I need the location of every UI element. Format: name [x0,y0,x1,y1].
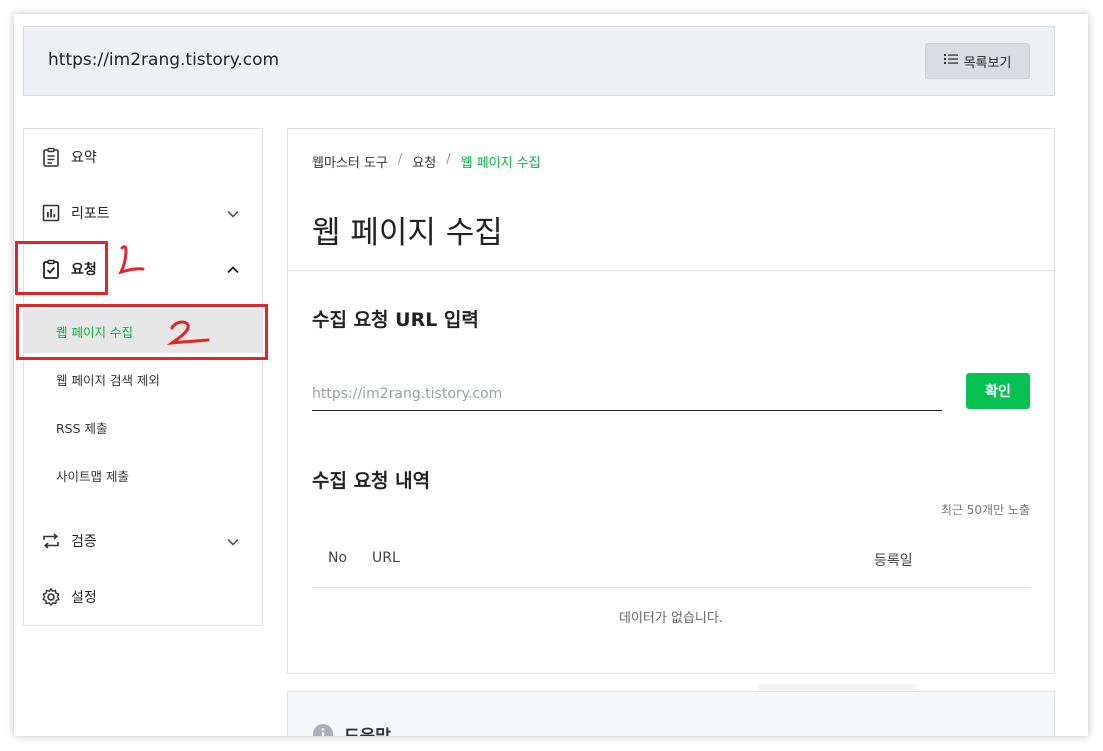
sidebar-subitem-page-collect[interactable]: 웹 페이지 수집 [24,309,262,353]
sidebar-subitem-rss[interactable]: RSS 제출 [24,405,262,449]
list-view-label: 목록보기 [963,55,1012,71]
sidebar-item-verify[interactable]: 검증 [24,521,262,561]
column-header-no: No [328,550,348,566]
recent-note: 최근 50개만 노출 [940,503,1030,517]
history-section-title: 수집 요청 내역 [312,470,431,492]
breadcrumb-separator: / [446,152,451,167]
list-view-button[interactable]: 목록보기 [925,43,1030,79]
repeat-icon [41,531,61,551]
sidebar-item-settings[interactable]: 설정 [24,577,262,617]
confirm-button[interactable]: 확인 [966,373,1030,409]
bar-chart-icon [41,203,61,223]
clipboard-check-icon [41,259,61,279]
chevron-down-icon [226,534,240,548]
breadcrumb-item-current: 웹 페이지 수집 [460,156,541,171]
breadcrumb: 웹마스터 도구 / 요청 / 웹 페이지 수집 [312,152,541,171]
column-header-url: URL [372,550,400,566]
sidebar-subitem-sitemap[interactable]: 사이트맵 제출 [24,453,262,497]
sidebar-item-label: 리포트 [71,206,110,222]
breadcrumb-item-webmaster[interactable]: 웹마스터 도구 [312,152,388,171]
breadcrumb-item-request[interactable]: 요청 [412,152,436,171]
clipboard-list-icon [41,147,61,167]
gear-icon [41,587,61,607]
site-url: https://im2rang.tistory.com [48,50,280,70]
sidebar-item-summary[interactable]: 요약 [24,137,262,177]
chevron-down-icon [226,206,240,220]
window-frame: https://im2rang.tistory.com 목록보기 요약 리포트 [14,14,1088,736]
page-title: 웹 페이지 수집 [312,215,503,251]
input-section-title: 수집 요청 URL 입력 [312,309,479,331]
column-header-date: 등록일 [874,553,913,569]
chevron-up-icon [226,262,240,276]
help-panel: 도움말 [287,691,1055,736]
sidebar-item-label: 설정 [71,590,97,606]
info-icon [312,723,334,736]
table-header: No URL 등록일 [312,538,1030,588]
sidebar-item-label: 요약 [71,150,97,166]
divider [288,270,1054,271]
url-input[interactable] [312,377,942,411]
site-header: https://im2rang.tistory.com 목록보기 [23,26,1055,96]
help-label[interactable]: 도움말 [344,722,391,736]
list-icon [943,52,958,70]
sidebar-item-request[interactable]: 요청 [24,249,262,289]
sidebar-subitem-page-exclude[interactable]: 웹 페이지 검색 제외 [24,357,262,401]
sidebar-item-label: 요청 [71,262,97,278]
breadcrumb-separator: / [397,152,403,167]
main-panel: 웹마스터 도구 / 요청 / 웹 페이지 수집 웹 페이지 수집 수집 요청 U… [287,128,1055,674]
sidebar-item-report[interactable]: 리포트 [24,193,262,233]
sidebar-item-label: 검증 [71,534,97,550]
empty-message: 데이터가 없습니다. [619,611,723,626]
sidebar: 요약 리포트 요청 웹 페이지 수집 웹 페이지 검색 제외 RSS 제출 사이… [23,128,263,626]
